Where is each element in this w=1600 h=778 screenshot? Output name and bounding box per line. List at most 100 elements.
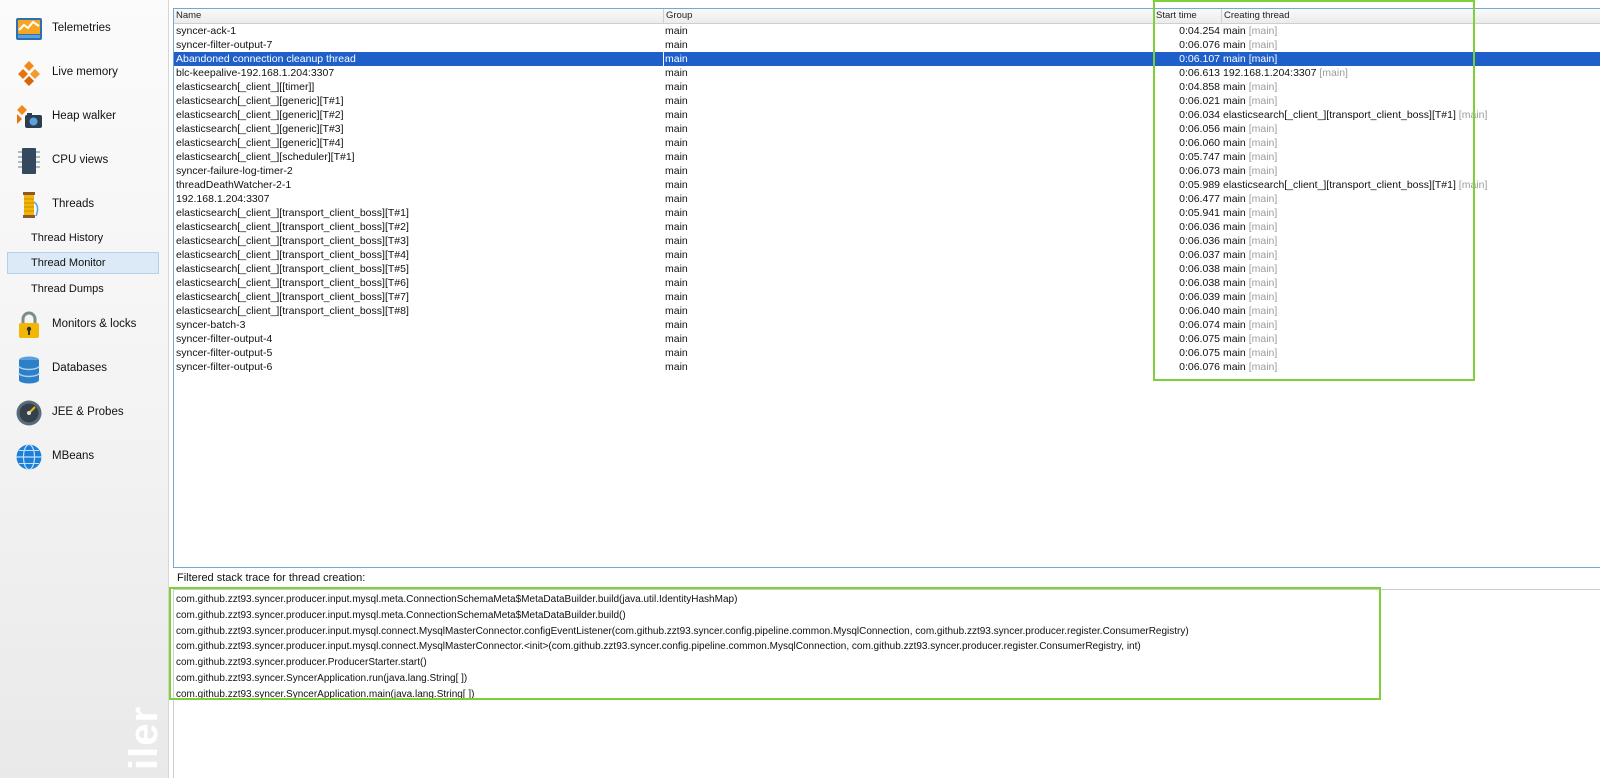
cell-thread-group: main xyxy=(665,277,688,289)
creating-thread-group: [main] xyxy=(1248,221,1278,233)
table-row[interactable]: elasticsearch[_client_][transport_client… xyxy=(174,276,1600,290)
table-row[interactable]: 192.168.1.204:3307 main 0:06.477 main [main… xyxy=(174,192,1600,206)
cell-divider xyxy=(663,220,664,234)
table-row[interactable]: elasticsearch[_client_][transport_client… xyxy=(174,290,1600,304)
cell-divider xyxy=(663,318,664,332)
creating-thread-name: main xyxy=(1223,221,1246,233)
stack-trace-line[interactable]: com.github.zzt93.syncer.producer.input.m… xyxy=(176,608,1189,624)
lock-icon xyxy=(19,311,39,338)
cell-thread-group: main xyxy=(665,109,688,121)
sidebar-item-cpu-views[interactable]: CPU views xyxy=(0,140,168,180)
sidebar-subitem-thread-history[interactable]: Thread History xyxy=(7,227,159,249)
cell-creating-thread: main [main] xyxy=(1223,262,1593,276)
table-row[interactable]: blc-keepalive-192.168.1.204:3307 main 0:06… xyxy=(174,66,1600,80)
column-header-start-time[interactable]: Start time xyxy=(1154,9,1222,23)
stack-trace-line[interactable]: com.github.zzt93.syncer.producer.input.m… xyxy=(176,592,1189,608)
table-row[interactable]: elasticsearch[_client_][transport_client… xyxy=(174,248,1600,262)
cell-divider xyxy=(663,276,664,290)
sidebar-item-telemetries[interactable]: Telemetries xyxy=(0,8,168,48)
cell-thread-name: Abandoned connection cleanup thread xyxy=(176,53,356,65)
sidebar-item-jee-probes[interactable]: JEE & Probes xyxy=(0,392,168,432)
table-row[interactable]: syncer-filter-output-6 main 0:06.076 main [… xyxy=(174,360,1600,374)
cell-thread-group: main xyxy=(665,53,688,65)
table-row[interactable]: Abandoned connection cleanup thread main 0… xyxy=(174,52,1600,66)
cell-start-time: 0:04.254 xyxy=(1179,25,1220,37)
creating-thread-name: main xyxy=(1223,151,1246,163)
cell-thread-group: main xyxy=(665,249,688,261)
stack-trace-lines: com.github.zzt93.syncer.producer.input.m… xyxy=(176,592,1189,703)
cell-creating-thread: elasticsearch[_client_][transport_client… xyxy=(1223,108,1593,122)
stack-trace-line[interactable]: com.github.zzt93.syncer.SyncerApplicatio… xyxy=(176,687,1189,703)
table-row[interactable]: elasticsearch[_client_][transport_client… xyxy=(174,262,1600,276)
sidebar-item-mbeans[interactable]: MBeans xyxy=(0,436,168,476)
cell-thread-name: threadDeathWatcher-2-1 xyxy=(176,179,292,191)
stack-trace-line[interactable]: com.github.zzt93.syncer.producer.input.m… xyxy=(176,624,1189,640)
table-row[interactable]: syncer-ack-1 main 0:04.254 main [main] xyxy=(174,24,1600,38)
cell-creating-thread: main [main] xyxy=(1223,94,1593,108)
table-row[interactable]: elasticsearch[_client_][transport_client… xyxy=(174,220,1600,234)
creating-thread-group: [main] xyxy=(1248,277,1278,289)
table-row[interactable]: elasticsearch[_client_][generic][T#3] mai… xyxy=(174,122,1600,136)
sidebar-item-label: Live memory xyxy=(52,66,118,78)
cell-creating-thread: main [main] xyxy=(1223,122,1593,136)
creating-thread-group: [main] xyxy=(1248,347,1278,359)
cell-thread-name: elasticsearch[_client_][transport_client… xyxy=(176,235,409,247)
column-header-creating-thread[interactable]: Creating thread xyxy=(1222,9,1600,23)
cell-creating-thread: main [main] xyxy=(1223,24,1593,38)
table-row[interactable]: elasticsearch[_client_][generic][T#4] mai… xyxy=(174,136,1600,150)
stack-trace-panel: com.github.zzt93.syncer.producer.input.m… xyxy=(173,589,1600,778)
table-row[interactable]: elasticsearch[_client_][transport_client… xyxy=(174,234,1600,248)
cell-creating-thread: main [main] xyxy=(1223,150,1593,164)
table-row[interactable]: syncer-failure-log-timer-2 main 0:06.073 ma… xyxy=(174,164,1600,178)
table-row[interactable]: elasticsearch[_client_][generic][T#1] mai… xyxy=(174,94,1600,108)
cell-thread-group: main xyxy=(665,263,688,275)
cell-thread-name: syncer-batch-3 xyxy=(176,319,246,331)
creating-thread-name: main xyxy=(1223,263,1246,275)
column-header-name[interactable]: Name xyxy=(174,9,664,23)
cell-divider xyxy=(663,122,664,136)
table-row[interactable]: elasticsearch[_client_][generic][T#2] mai… xyxy=(174,108,1600,122)
table-row[interactable]: elasticsearch[_client_][[timer]] main 0:04… xyxy=(174,80,1600,94)
table-row[interactable]: syncer-filter-output-5 main 0:06.075 main [… xyxy=(174,346,1600,360)
creating-thread-name: main xyxy=(1223,305,1246,317)
cell-thread-group: main xyxy=(665,81,688,93)
cell-start-time: 0:06.037 xyxy=(1179,249,1220,261)
cell-creating-thread: elasticsearch[_client_][transport_client… xyxy=(1223,178,1593,192)
sidebar-item-live-memory[interactable]: Live memory xyxy=(0,52,168,92)
cell-start-time: 0:06.034 xyxy=(1179,109,1220,121)
sidebar-subitem-thread-dumps[interactable]: Thread Dumps xyxy=(7,278,159,300)
cell-divider xyxy=(663,346,664,360)
sidebar-item-databases[interactable]: Databases xyxy=(0,348,168,388)
stack-trace-line[interactable]: com.github.zzt93.syncer.producer.input.m… xyxy=(176,639,1189,655)
live-memory-icon xyxy=(18,61,40,86)
sidebar-subitem-thread-monitor[interactable]: Thread Monitor xyxy=(7,252,159,274)
table-row[interactable]: syncer-filter-output-4 main 0:06.075 main [… xyxy=(174,332,1600,346)
cell-start-time: 0:06.477 xyxy=(1179,193,1220,205)
brand-watermark: iler xyxy=(122,705,166,770)
cell-thread-name: elasticsearch[_client_][scheduler][T#1] xyxy=(176,151,355,163)
cell-start-time: 0:06.039 xyxy=(1179,291,1220,303)
creating-thread-group: [main] xyxy=(1248,81,1278,93)
stack-trace-title: Filtered stack trace for thread creation… xyxy=(177,572,366,584)
creating-thread-group: [main] xyxy=(1458,179,1488,191)
creating-thread-group: [main] xyxy=(1319,67,1348,79)
table-row[interactable]: elasticsearch[_client_][transport_client… xyxy=(174,206,1600,220)
table-row[interactable]: threadDeathWatcher-2-1 main 0:05.989 elasti… xyxy=(174,178,1600,192)
cell-start-time: 0:06.613 xyxy=(1179,67,1220,79)
table-row[interactable]: elasticsearch[_client_][scheduler][T#1] m… xyxy=(174,150,1600,164)
table-row[interactable]: syncer-filter-output-7 main 0:06.076 main [… xyxy=(174,38,1600,52)
sidebar-item-heap-walker[interactable]: Heap walker xyxy=(0,96,168,136)
creating-thread-name: main xyxy=(1223,319,1246,331)
table-row[interactable]: syncer-batch-3 main 0:06.074 main [main] xyxy=(174,318,1600,332)
cell-creating-thread: main [main] xyxy=(1223,192,1593,206)
sidebar-item-threads[interactable]: Threads xyxy=(0,184,168,224)
creating-thread-group: [main] xyxy=(1248,263,1278,275)
sidebar-item-monitors-locks[interactable]: Monitors & locks xyxy=(0,304,168,344)
stack-trace-line[interactable]: com.github.zzt93.syncer.producer.Produce… xyxy=(176,655,1189,671)
column-header-group[interactable]: Group xyxy=(664,9,1154,23)
cell-divider xyxy=(663,304,664,318)
cell-start-time: 0:05.747 xyxy=(1179,151,1220,163)
stack-trace-line[interactable]: com.github.zzt93.syncer.SyncerApplicatio… xyxy=(176,671,1189,687)
sidebar-item-label: Monitors & locks xyxy=(52,318,137,330)
table-row[interactable]: elasticsearch[_client_][transport_client… xyxy=(174,304,1600,318)
